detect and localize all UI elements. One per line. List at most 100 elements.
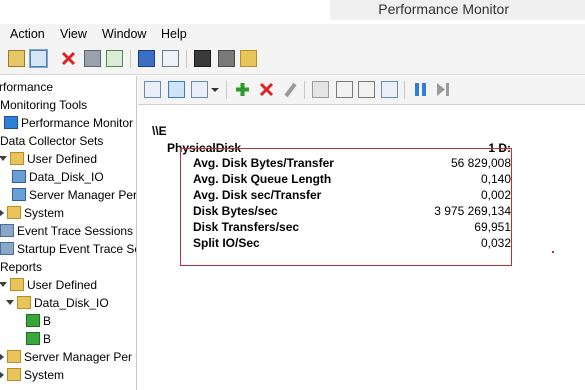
zoom-icon[interactable] xyxy=(381,81,398,98)
counter-name[interactable]: Avg. Disk sec/Transfer xyxy=(193,188,321,202)
tree-item[interactable]: User Defined xyxy=(0,276,97,293)
computer-name: \\E xyxy=(152,124,167,138)
tree-item[interactable]: B xyxy=(26,330,51,347)
counter-value: 0,002 xyxy=(480,188,511,202)
folder-icon xyxy=(10,278,24,291)
counter-value: 3 975 269,134 xyxy=(434,204,511,218)
add-counter-icon[interactable] xyxy=(234,81,251,98)
tree-item-label: Performance Monitor xyxy=(21,115,134,130)
folder-icon xyxy=(7,368,21,381)
expand-arrow-icon[interactable] xyxy=(0,156,7,161)
marker-dot xyxy=(552,251,554,253)
menu-action[interactable]: Action xyxy=(10,27,45,41)
toolbar-separator xyxy=(226,81,227,99)
tree-item-label: Monitoring Tools xyxy=(0,97,88,112)
change-graph-type-icon[interactable] xyxy=(191,81,208,98)
expand-arrow-icon[interactable] xyxy=(0,282,7,287)
collapse-arrow-icon[interactable] xyxy=(0,352,4,361)
tree-item-label: Reports xyxy=(0,259,43,274)
menu-view[interactable]: View xyxy=(60,27,87,41)
properties-icon[interactable] xyxy=(162,50,179,67)
collapse-arrow-icon[interactable] xyxy=(0,208,4,217)
update-data-icon[interactable] xyxy=(434,81,451,98)
print-icon[interactable] xyxy=(84,50,101,67)
tree-item[interactable]: User Defined xyxy=(0,150,97,167)
report-content: \\E PhysicalDisk 1 D: Avg. Disk Bytes/Tr… xyxy=(138,104,585,390)
tree-item[interactable]: Data Collector Sets xyxy=(0,132,103,149)
main-toolbar xyxy=(0,44,585,75)
tree-item[interactable]: Reports xyxy=(0,258,42,275)
up-folder-icon[interactable] xyxy=(8,50,25,67)
tree-item[interactable]: Performance Monitor xyxy=(4,114,133,131)
tree-item-label: B xyxy=(43,313,52,328)
tree-item[interactable]: rformance xyxy=(0,78,53,95)
tree-item-label: rformance xyxy=(0,79,54,94)
delete-icon[interactable] xyxy=(60,50,77,67)
menu-bar: Action View Window Help xyxy=(0,24,585,44)
menu-help[interactable]: Help xyxy=(161,27,187,41)
graph-view-icon[interactable] xyxy=(144,81,161,98)
report-pane: \\E PhysicalDisk 1 D: Avg. Disk Bytes/Tr… xyxy=(138,76,585,390)
collector-set-icon xyxy=(12,188,26,201)
folder-icon xyxy=(7,350,21,363)
delete-counter-icon[interactable] xyxy=(258,81,275,98)
properties-icon[interactable] xyxy=(358,81,375,98)
report-icon xyxy=(26,314,40,327)
counter-name[interactable]: Split IO/Sec xyxy=(193,236,260,250)
stop-icon[interactable] xyxy=(218,50,235,67)
tree-item[interactable]: Data_Disk_IO xyxy=(12,168,104,185)
tree-item-label: Server Manager Per xyxy=(29,187,137,202)
tree-item-label: User Defined xyxy=(27,151,98,166)
pause-icon[interactable] xyxy=(412,81,429,98)
counter-value: 69,951 xyxy=(474,220,511,234)
toolbar-separator xyxy=(130,50,131,68)
tree-item-label: Data Collector Sets xyxy=(0,133,104,148)
copy-properties-icon[interactable] xyxy=(312,81,329,98)
tree-item[interactable]: Server Manager Per xyxy=(0,348,132,365)
navigation-tree: rformance Monitoring Tools Performance Mon… xyxy=(0,76,137,390)
counter-name[interactable]: Avg. Disk Queue Length xyxy=(193,172,331,186)
toolbar-separator xyxy=(186,50,187,68)
collapse-arrow-icon[interactable] xyxy=(0,370,4,379)
paste-counter-list-icon[interactable] xyxy=(336,81,353,98)
tree-item[interactable]: Server Manager Per xyxy=(12,186,137,203)
tree-item[interactable]: Event Trace Sessions xyxy=(0,222,133,239)
counter-name[interactable]: Avg. Disk Bytes/Transfer xyxy=(193,156,334,170)
title-bar-cap xyxy=(0,0,330,20)
counter-value: 56 829,008 xyxy=(450,156,511,170)
refresh-icon[interactable] xyxy=(106,50,123,67)
toolbar-separator xyxy=(304,81,305,99)
counter-value: 0,140 xyxy=(480,172,511,186)
folder-icon xyxy=(7,206,21,219)
tree-item[interactable]: Monitoring Tools xyxy=(0,96,87,113)
report-view-icon[interactable] xyxy=(168,81,185,98)
toolbar-separator xyxy=(404,81,405,99)
tree-item[interactable]: Startup Event Trace Ses xyxy=(0,240,137,257)
trace-icon xyxy=(0,242,14,255)
counter-name[interactable]: Disk Bytes/sec xyxy=(193,204,278,218)
highlight-icon[interactable] xyxy=(282,81,299,98)
menu-window[interactable]: Window xyxy=(102,27,146,41)
tree-item[interactable]: B xyxy=(26,312,51,329)
chevron-down-icon[interactable] xyxy=(210,81,219,98)
tree-item-label: System xyxy=(24,205,65,220)
help-icon[interactable] xyxy=(138,50,155,67)
trace-icon xyxy=(0,224,14,237)
expand-arrow-icon[interactable] xyxy=(6,300,14,305)
tree-item[interactable]: System xyxy=(0,366,64,383)
tree-item[interactable]: System xyxy=(0,204,64,221)
show-hide-tree-icon[interactable] xyxy=(29,49,48,68)
title-bar: Performance Monitor xyxy=(0,0,585,20)
tree-item[interactable]: Data_Disk_IO xyxy=(6,294,109,311)
open-folder-icon[interactable] xyxy=(240,50,257,67)
tree-item-label: Event Trace Sessions xyxy=(17,223,134,238)
folder-icon xyxy=(17,296,31,309)
tree-item-label: Startup Event Trace Ses xyxy=(17,241,137,256)
window-title: Performance Monitor xyxy=(378,1,509,17)
tree-item-label: Data_Disk_IO xyxy=(29,169,104,184)
monitor-icon[interactable] xyxy=(194,50,211,67)
report-icon xyxy=(26,332,40,345)
tree-item-label: System xyxy=(24,367,65,382)
counter-name[interactable]: Disk Transfers/sec xyxy=(193,220,299,234)
tree-item-label: Server Manager Per xyxy=(24,349,133,364)
